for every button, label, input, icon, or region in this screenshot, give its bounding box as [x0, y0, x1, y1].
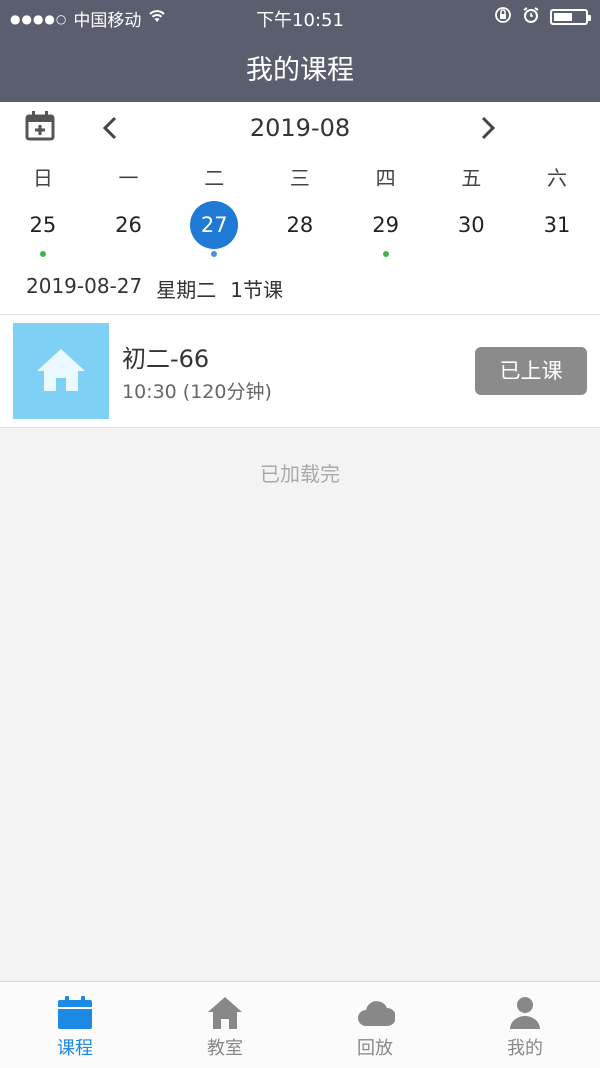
tab-playback[interactable]: 回放 — [300, 982, 450, 1068]
battery-icon — [550, 9, 591, 25]
course-indicator-dot — [211, 251, 218, 257]
tab-courses[interactable]: 课程 — [0, 982, 150, 1068]
day-number: 25 — [29, 213, 57, 237]
day-cell[interactable]: 30 — [428, 201, 514, 251]
weekday-label: 二 — [204, 166, 225, 190]
course-name: 初二-66 — [122, 345, 210, 373]
tab-label: 教室 — [207, 1038, 243, 1059]
weekday-label: 五 — [461, 166, 482, 190]
weekday-label: 六 — [546, 166, 567, 190]
course-count: 1节课 — [230, 278, 283, 302]
day-cell[interactable]: 27 — [171, 201, 257, 257]
weekday-label: 三 — [289, 166, 310, 190]
day-row: 25 26 27 28 29 30 31 — [0, 201, 600, 257]
tab-label: 课程 — [57, 1038, 93, 1059]
top-bar: ●●●●○ 中国移动 下午10:51 我的课程 — [0, 0, 600, 102]
selected-date-summary: 2019-08-27 星期二 1节课 — [26, 274, 283, 303]
house-icon — [208, 997, 242, 1029]
house-icon — [37, 349, 85, 391]
next-week-button[interactable] — [478, 116, 498, 144]
person-icon — [510, 997, 540, 1029]
status-bar: ●●●●○ 中国移动 下午10:51 — [0, 0, 600, 34]
course-thumbnail — [13, 323, 109, 419]
day-number: 26 — [115, 213, 142, 237]
day-cell[interactable]: 31 — [514, 201, 600, 251]
selected-weekday: 星期二 — [156, 278, 217, 302]
calendar-icon — [58, 996, 92, 1029]
weekday-label: 四 — [375, 166, 396, 190]
page-title: 我的课程 — [246, 55, 354, 86]
tab-classroom[interactable]: 教室 — [150, 982, 300, 1068]
day-number: 27 — [190, 201, 239, 249]
month-label: 2019-08 — [249, 114, 351, 142]
list-end-text: 已加载完 — [260, 462, 340, 486]
tab-mine[interactable]: 我的 — [450, 982, 600, 1068]
day-cell[interactable]: 28 — [257, 201, 343, 251]
weekday-header: 日 一 二 三 四 五 六 — [0, 162, 600, 191]
selected-date: 2019-08-27 — [26, 274, 143, 298]
rotation-lock-icon — [494, 6, 512, 28]
day-cell[interactable]: 29 — [343, 201, 429, 257]
tab-label: 回放 — [357, 1038, 393, 1059]
cloud-icon — [358, 1001, 395, 1026]
week-calendar: 2019-08 日 一 二 三 四 五 六 25 26 27 28 29 30 … — [0, 102, 600, 314]
day-number: 28 — [286, 213, 314, 237]
weekday-label: 一 — [118, 166, 139, 190]
course-status-button[interactable]: 已上课 — [475, 347, 587, 395]
day-number: 31 — [543, 213, 571, 237]
day-cell[interactable]: 25 — [0, 201, 86, 257]
alarm-icon — [522, 6, 540, 28]
course-time: 10:30 (120分钟) — [122, 381, 272, 403]
course-indicator-dot — [39, 251, 46, 257]
tab-label: 我的 — [507, 1038, 543, 1059]
day-number: 30 — [457, 213, 485, 237]
bottom-tab-bar: 课程 教室 回放 我的 — [0, 981, 600, 1068]
day-number: 29 — [372, 213, 399, 237]
course-indicator-dot — [382, 251, 389, 257]
course-list-item[interactable]: 初二-66 10:30 (120分钟) 已上课 — [0, 314, 600, 428]
weekday-label: 日 — [32, 166, 53, 190]
day-cell[interactable]: 26 — [86, 201, 172, 251]
